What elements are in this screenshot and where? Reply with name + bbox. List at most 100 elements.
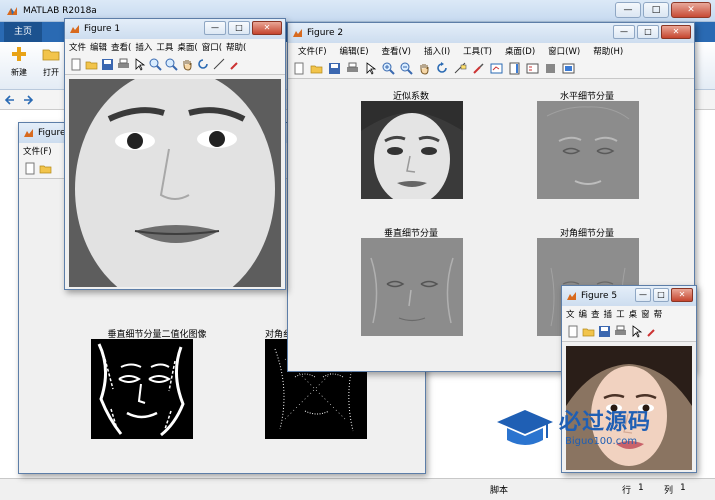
menu-file[interactable]: 文 <box>566 308 575 320</box>
status-row-value: 1 <box>638 483 644 493</box>
new-button[interactable]: 新建 <box>4 46 34 78</box>
pan-hand-icon[interactable] <box>418 62 431 75</box>
minimize-button[interactable]: — <box>615 2 641 18</box>
brush-icon[interactable] <box>646 325 659 338</box>
rotate-icon[interactable] <box>197 58 210 71</box>
figure-2-maximize-button[interactable]: □ <box>637 25 659 39</box>
app-title: MATLAB R2018a <box>23 5 97 16</box>
tab-home[interactable]: 主页 <box>4 22 43 42</box>
figure-1-window[interactable]: Figure 1 — □ ✕ 文件 编辑 查看( 插入 工具 桌面( 窗口( 帮… <box>64 18 286 290</box>
graduation-cap-logo-icon <box>497 410 553 445</box>
open-file-icon[interactable] <box>85 58 98 71</box>
figure-1-menubar: 文件 编辑 查看( 插入 工具 桌面( 窗口( 帮助( <box>65 39 285 55</box>
menu-edit[interactable]: 编辑 <box>90 41 107 53</box>
menu-insert[interactable]: 插入(I) <box>424 45 450 57</box>
status-script: 脚本 <box>490 486 509 496</box>
menu-window[interactable]: 窗口( <box>202 41 222 53</box>
insert-legend-icon[interactable] <box>526 62 539 75</box>
zoom-out-icon[interactable] <box>165 58 178 71</box>
brush-icon[interactable] <box>472 62 485 75</box>
data-cursor-icon[interactable] <box>454 62 467 75</box>
hide-plot-tools-icon[interactable] <box>544 62 557 75</box>
figure-1-close-button[interactable]: ✕ <box>252 21 282 35</box>
menu-view[interactable]: 查看(V) <box>382 45 411 57</box>
figure-5-minimize-button[interactable]: — <box>635 288 651 302</box>
figure-2-close-button[interactable]: ✕ <box>661 25 691 39</box>
save-icon[interactable] <box>101 58 114 71</box>
back-arrow-icon[interactable] <box>4 94 16 106</box>
figure-5-menubar: 文 编 查 插 工 桌 窗 帮 <box>562 306 696 322</box>
watermark-url: Biguo100.com <box>565 436 638 447</box>
figure-5-maximize-button[interactable]: □ <box>653 288 669 302</box>
print-icon[interactable] <box>346 62 359 75</box>
pointer-icon[interactable] <box>364 62 377 75</box>
pointer-icon[interactable] <box>133 58 146 71</box>
open-file-icon[interactable] <box>582 325 595 338</box>
new-figure-icon[interactable] <box>69 58 82 71</box>
figure-5-close-button[interactable]: ✕ <box>671 288 693 302</box>
menu-window[interactable]: 窗 <box>641 308 650 320</box>
zoom-in-icon[interactable] <box>382 62 395 75</box>
menu-help[interactable]: 帮助(H) <box>593 45 623 57</box>
new-figure-icon[interactable] <box>566 325 579 338</box>
matlab-logo-icon <box>7 6 17 15</box>
menu-tools[interactable]: 工具 <box>156 41 173 53</box>
brush-icon[interactable] <box>229 58 242 71</box>
open-file-icon[interactable] <box>310 62 323 75</box>
figure-2-toolbar <box>288 59 694 79</box>
figure-5-title: Figure 5 <box>581 291 618 301</box>
menu-edit[interactable]: 编辑(E) <box>340 45 369 57</box>
zoom-in-icon[interactable] <box>149 58 162 71</box>
open-button[interactable]: 打开 <box>36 46 66 78</box>
rotate-icon[interactable] <box>436 62 449 75</box>
zoom-out-icon[interactable] <box>400 62 413 75</box>
open-file-icon[interactable] <box>39 162 52 175</box>
menu-insert[interactable]: 插入 <box>135 41 152 53</box>
maximize-button[interactable]: □ <box>643 2 669 18</box>
print-icon[interactable] <box>614 325 627 338</box>
show-plot-tools-icon[interactable] <box>562 62 575 75</box>
new-figure-icon[interactable] <box>23 162 36 175</box>
figure-1-grayscale-face-image <box>69 79 281 287</box>
status-bar: 脚本 行 1 列 1 <box>0 478 715 500</box>
menu-tools[interactable]: 工具(T) <box>463 45 492 57</box>
open-button-label: 打开 <box>43 68 59 77</box>
figure-icon <box>567 291 576 300</box>
menu-insert[interactable]: 插 <box>604 308 613 320</box>
menu-file[interactable]: 文件(F) <box>298 45 327 57</box>
figure-1-minimize-button[interactable]: — <box>204 21 226 35</box>
print-icon[interactable] <box>117 58 130 71</box>
insert-colorbar-icon[interactable] <box>508 62 521 75</box>
pointer-icon[interactable] <box>630 325 643 338</box>
menu-view[interactable]: 查 <box>591 308 600 320</box>
menu-desktop[interactable]: 桌面(D) <box>505 45 535 57</box>
menu-help[interactable]: 帮助( <box>226 41 246 53</box>
menu-file[interactable]: 文件(F) <box>23 145 52 157</box>
status-row-label: 行 <box>622 486 632 496</box>
close-button[interactable]: ✕ <box>671 2 711 18</box>
menu-help[interactable]: 帮 <box>654 308 663 320</box>
figure-1-toolbar <box>65 55 285 75</box>
save-icon[interactable] <box>328 62 341 75</box>
pan-hand-icon[interactable] <box>181 58 194 71</box>
save-icon[interactable] <box>598 325 611 338</box>
data-cursor-icon[interactable] <box>213 58 226 71</box>
menu-window[interactable]: 窗口(W) <box>548 45 580 57</box>
new-figure-icon[interactable] <box>292 62 305 75</box>
menu-file[interactable]: 文件 <box>69 41 86 53</box>
main-window-buttons: — □ ✕ <box>615 2 711 18</box>
figure-binary-title: Figure <box>38 128 66 138</box>
menu-edit[interactable]: 编 <box>579 308 588 320</box>
forward-arrow-icon[interactable] <box>22 94 34 106</box>
link-plot-icon[interactable] <box>490 62 503 75</box>
figure-1-titlebar: Figure 1 — □ ✕ <box>65 19 285 39</box>
figure-1-maximize-button[interactable]: □ <box>228 21 250 35</box>
figure-5-toolbar <box>562 322 696 342</box>
menu-tools[interactable]: 工 <box>616 308 625 320</box>
menu-view[interactable]: 查看( <box>111 41 131 53</box>
figure-2-minimize-button[interactable]: — <box>613 25 635 39</box>
menu-desktop[interactable]: 桌面( <box>177 41 197 53</box>
approximation-image <box>361 101 463 199</box>
vertical-detail-image <box>361 238 463 336</box>
menu-desktop[interactable]: 桌 <box>629 308 638 320</box>
